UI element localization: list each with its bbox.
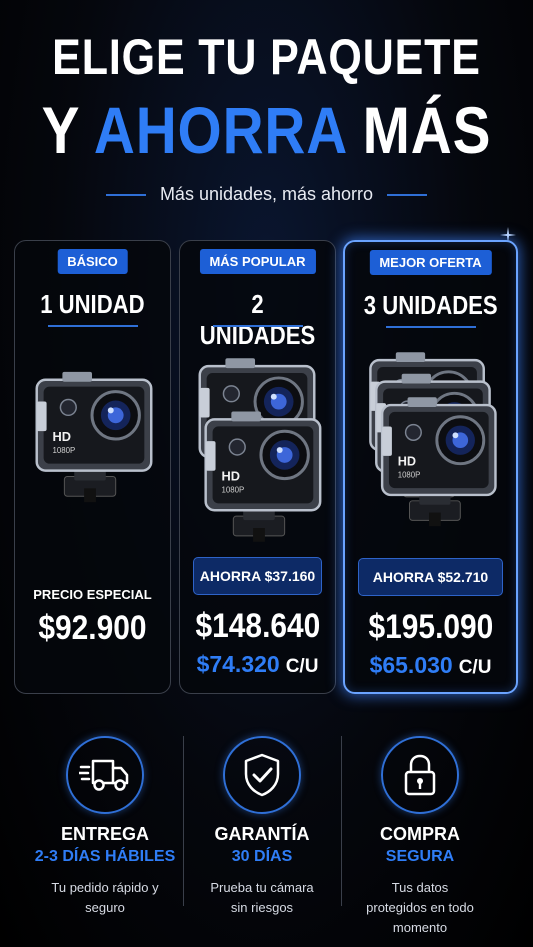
feature-subtitle: 30 DÍAS [231, 848, 293, 865]
units-underline [212, 325, 303, 327]
truck-icon [66, 736, 144, 814]
package-card-best-offer[interactable]: MEJOR OFERTA 3 UNIDADES AHORRA $52.710 $… [343, 240, 518, 694]
camera-image [368, 350, 497, 528]
padlock-icon [381, 736, 459, 814]
price-caption: PRECIO ESPECIAL [33, 587, 152, 602]
feature-warranty: GARANTÍA 30 DÍAS Prueba tu cámara sin ri… [183, 736, 341, 918]
package-price: $195.090 [345, 608, 516, 647]
package-price-value: $92.900 [38, 609, 147, 647]
feature-secure-purchase: COMPRA SEGURA Tus datos protegidos en to… [341, 736, 499, 938]
camera-image [198, 357, 322, 544]
camera-image [35, 370, 153, 504]
units-underline [47, 325, 138, 327]
feature-delivery: ENTREGA 2-3 DÍAS HÁBILES Tu pedido rápid… [26, 736, 184, 918]
headline-line-1: ELIGE TU PAQUETE [52, 29, 481, 85]
package-units-label: 3 UNIDADES [363, 290, 498, 320]
divider-left [105, 194, 146, 197]
headline-prefix: Y [41, 93, 94, 167]
headline-suffix: MÁS [346, 93, 492, 167]
package-units: 3 UNIDADES [345, 290, 516, 321]
savings-badge: AHORRA $37.160 [193, 557, 322, 595]
package-badge: MEJOR OFERTA [369, 250, 492, 275]
package-price-value: $195.090 [368, 608, 493, 646]
feature-description: Prueba tu cámara sin riesgos [210, 880, 314, 915]
feature-description: Tu pedido rápido y seguro [51, 880, 159, 915]
package-card-popular[interactable]: MÁS POPULAR 2 UNIDADES AHORRA $37.160 $1… [179, 240, 336, 694]
unit-price-value: $65.030 [369, 652, 453, 678]
subheadline-row: Más unidades, más ahorro [0, 184, 533, 205]
feature-title: GARANTÍA [214, 824, 310, 844]
savings-badge: AHORRA $52.710 [358, 558, 503, 596]
headline-accent: AHORRA [93, 93, 347, 167]
package-price-value: $148.640 [195, 607, 320, 645]
unit-price: $65.030 C/U [345, 652, 516, 679]
package-badge: BÁSICO [57, 249, 128, 274]
package-card-basic[interactable]: BÁSICO 1 UNIDAD PRECIO ESPECIAL $92.900 [14, 240, 171, 694]
feature-subtitle: 2-3 DÍAS HÁBILES [34, 848, 176, 865]
feature-title: COMPRA [380, 824, 460, 844]
feature-subtitle: SEGURA [385, 848, 455, 865]
feature-title: ENTREGA [60, 824, 149, 844]
unit-price-suffix: C/U [285, 656, 319, 677]
divider-right [387, 194, 428, 197]
feature-description: Tus datos protegidos en todo momento [366, 880, 474, 935]
unit-price-suffix: C/U [458, 657, 492, 678]
subheadline: Más unidades, más ahorro [159, 184, 374, 204]
package-price: $92.900 [15, 609, 170, 648]
shield-check-icon [223, 736, 301, 814]
unit-price: $74.320 C/U [180, 651, 335, 678]
package-units-label: 1 UNIDAD [40, 289, 145, 319]
units-underline [385, 326, 476, 328]
unit-price-value: $74.320 [196, 651, 280, 677]
headline: ELIGE TU PAQUETE Y AHORRA MÁS [0, 28, 533, 170]
package-units: 1 UNIDAD [15, 289, 170, 320]
package-badge: MÁS POPULAR [199, 249, 316, 274]
headline-line-2: Y AHORRA MÁS [37, 90, 495, 170]
package-units: 2 UNIDADES [180, 289, 335, 351]
package-price: $148.640 [180, 607, 335, 646]
package-units-label: 2 UNIDADES [199, 289, 316, 350]
